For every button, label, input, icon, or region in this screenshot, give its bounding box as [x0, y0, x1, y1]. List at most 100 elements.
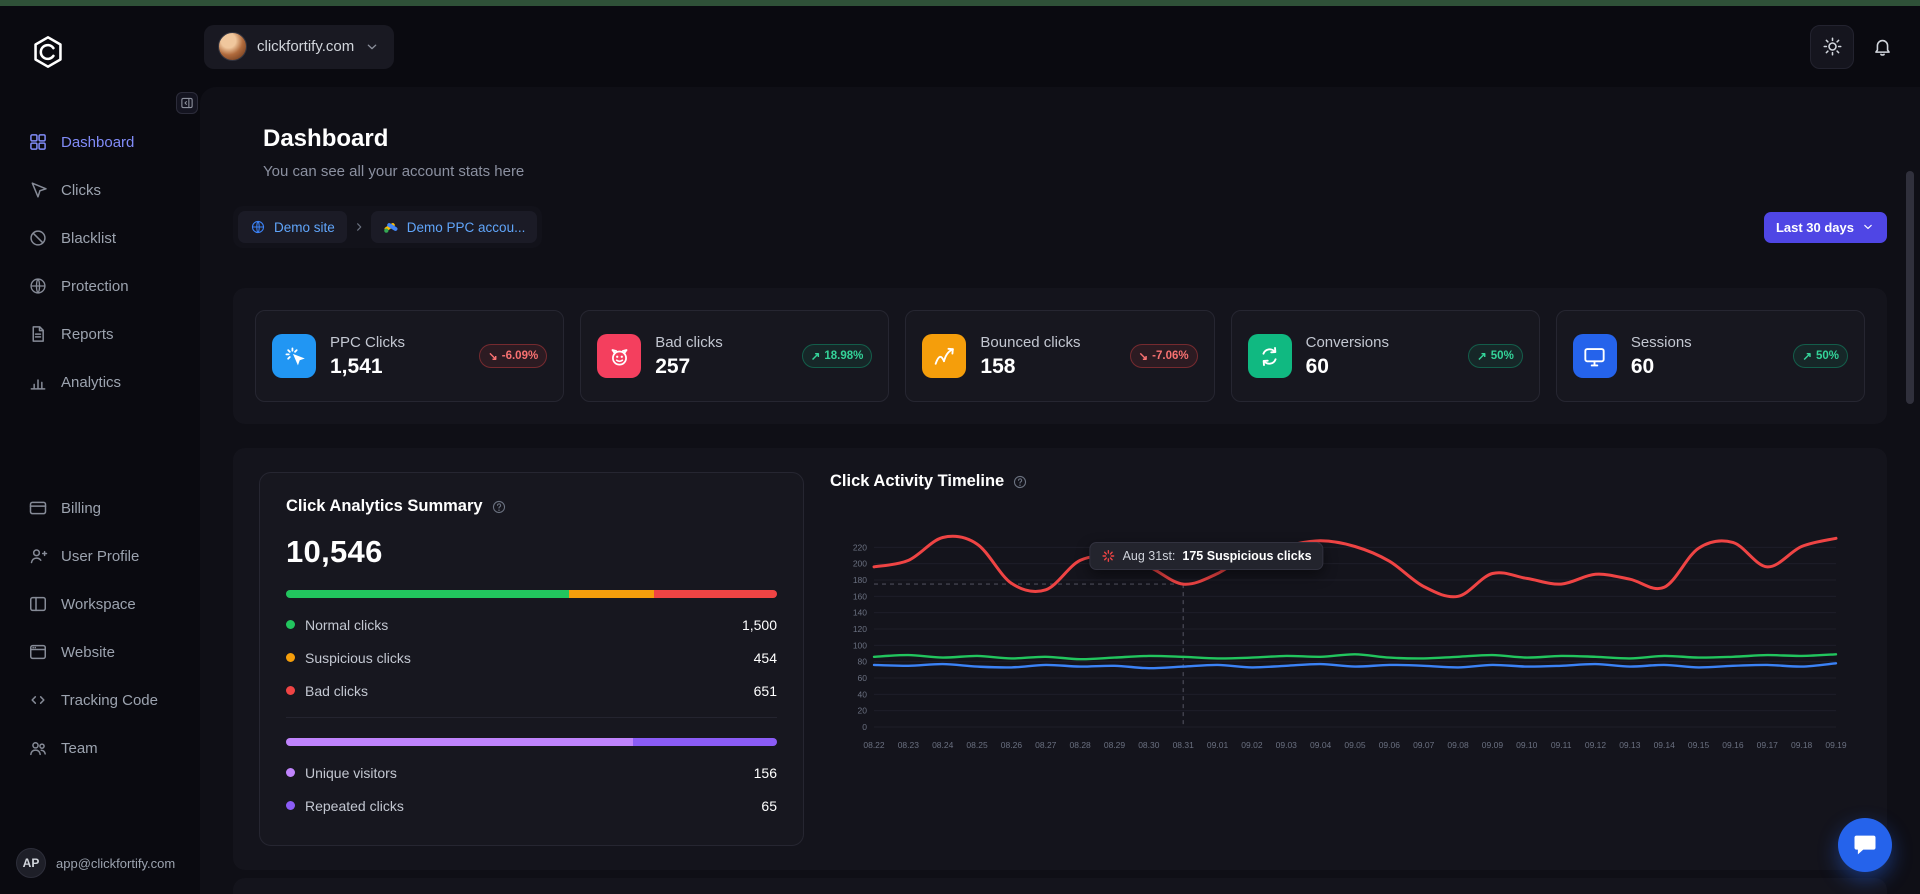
browser-icon [28, 642, 48, 662]
next-section-partial [233, 878, 1887, 894]
scrollbar[interactable] [1906, 6, 1918, 894]
charts-section: Click Analytics Summary 10,546 Normal cl… [233, 448, 1887, 870]
chevron-down-icon [1861, 220, 1875, 234]
legend-dot [286, 686, 295, 695]
site-chip[interactable]: Demo site [238, 211, 347, 243]
stat-card-sessions: Sessions 60 50% [1555, 310, 1866, 402]
stat-label: Sessions [1630, 333, 1692, 351]
notifications-button[interactable] [1870, 35, 1894, 59]
chat-fab-button[interactable] [1838, 818, 1892, 872]
dashboard-icon [28, 132, 48, 152]
sidebar-collapse-button[interactable] [176, 92, 198, 114]
svg-text:08.24: 08.24 [932, 740, 954, 750]
info-icon[interactable] [491, 499, 507, 515]
stat-value: 257 [655, 354, 691, 378]
svg-text:08.30: 08.30 [1138, 740, 1160, 750]
app-logo[interactable] [30, 34, 66, 70]
svg-text:09.07: 09.07 [1413, 740, 1435, 750]
chevron-right-icon [352, 220, 366, 234]
delta-badge: -6.09% [479, 344, 548, 368]
timeline-title: Click Activity Timeline [830, 472, 1005, 490]
account-switcher[interactable]: clickfortify.com [204, 24, 395, 69]
globe-icon [28, 276, 48, 296]
date-range-label: Last 30 days [1775, 219, 1854, 235]
ppc-account-chip-label: Demo PPC accou... [406, 219, 526, 235]
sidebar-item-label: Team [61, 739, 98, 757]
team-icon [28, 738, 48, 758]
visitors-breakdown-bar [286, 738, 777, 746]
svg-text:09.09: 09.09 [1482, 740, 1504, 750]
chevron-down-icon [364, 39, 380, 55]
sidebar: Dashboard Clicks Blacklist Protection Re… [0, 6, 200, 894]
svg-text:08.23: 08.23 [898, 740, 920, 750]
sidebar-item-label: Workspace [61, 595, 136, 613]
date-range-button[interactable]: Last 30 days [1763, 211, 1887, 243]
sidebar-item-clicks[interactable]: Clicks [0, 166, 200, 214]
ppc-account-chip[interactable]: Demo PPC accou... [370, 211, 538, 243]
svg-text:200: 200 [853, 559, 867, 569]
svg-text:09.02: 09.02 [1241, 740, 1263, 750]
info-icon[interactable] [1012, 474, 1028, 490]
clicks-breakdown-bar [286, 590, 777, 598]
sidebar-item-tracking-code[interactable]: Tracking Code [0, 676, 200, 724]
trend-arrow-icon [1802, 349, 1812, 363]
legend-dot [286, 768, 295, 777]
chart-tooltip: Aug 31st: 175 Suspicious clicks [1089, 542, 1324, 571]
legend-row-suspicious-clicks: Suspicious clicks 454 [286, 641, 777, 674]
stat-card-conversions: Conversions 60 50% [1230, 310, 1540, 402]
svg-text:09.03: 09.03 [1276, 740, 1298, 750]
legend-row-repeated-clicks: Repeated clicks 65 [286, 789, 777, 822]
timeline-chart[interactable]: 0 20 40 60 80 100 120 140 160 180 200 220 08.22 08.23… [830, 517, 1861, 757]
devil-icon [607, 344, 632, 369]
legend-dot [286, 653, 295, 662]
sidebar-item-label: User Profile [61, 547, 140, 565]
top-accent-strip [0, 0, 1920, 6]
sidebar-item-dashboard[interactable]: Dashboard [0, 118, 200, 166]
sidebar-item-label: Protection [61, 277, 129, 295]
sidebar-item-team[interactable]: Team [0, 724, 200, 772]
sidebar-item-website[interactable]: Website [0, 628, 200, 676]
spinner-icon [1102, 549, 1116, 563]
sidebar-item-label: Analytics [61, 373, 122, 391]
sidebar-item-billing[interactable]: Billing [0, 484, 200, 532]
sidebar-item-label: Website [61, 643, 115, 661]
sidebar-item-user-profile[interactable]: User Profile [0, 532, 200, 580]
scrollbar-thumb[interactable] [1906, 171, 1914, 404]
chat-icon [1851, 831, 1879, 859]
breadcrumb: Demo site Demo PPC accou... [233, 206, 543, 248]
legend-row-normal-clicks: Normal clicks 1,500 [286, 608, 777, 641]
delta-badge: 50% [1793, 344, 1849, 368]
trend-arrow-icon [811, 349, 821, 363]
stat-label: Bad clicks [655, 333, 723, 351]
sidebar-item-protection[interactable]: Protection [0, 262, 200, 310]
svg-text:160: 160 [853, 591, 867, 601]
svg-text:80: 80 [858, 657, 868, 667]
sidebar-item-analytics[interactable]: Analytics [0, 358, 200, 406]
sidebar-item-workspace[interactable]: Workspace [0, 580, 200, 628]
account-avatar [218, 32, 247, 61]
stat-card-ppc-clicks: PPC Clicks 1,541 -6.09% [255, 310, 565, 402]
tooltip-label: Aug 31st: [1122, 549, 1176, 564]
document-icon [28, 324, 48, 344]
svg-text:08.29: 08.29 [1104, 740, 1126, 750]
svg-text:09.14: 09.14 [1654, 740, 1676, 750]
theme-toggle-button[interactable] [1810, 24, 1854, 69]
google-ads-icon [383, 219, 399, 235]
clicks-legend: Normal clicks 1,500 Suspicious clicks 45… [286, 608, 777, 707]
svg-text:120: 120 [853, 624, 867, 634]
sidebar-account[interactable]: AP app@clickfortify.com [16, 848, 175, 878]
svg-text:09.12: 09.12 [1585, 740, 1607, 750]
click-icon [282, 344, 307, 369]
stat-label: Conversions [1305, 333, 1389, 351]
main-content: Dashboard You can see all your account s… [200, 87, 1920, 894]
svg-text:0: 0 [862, 722, 867, 732]
delta-badge: 18.98% [801, 344, 873, 368]
sidebar-item-label: Billing [61, 499, 102, 517]
sidebar-item-label: Reports [61, 325, 114, 343]
stat-label: Bounced clicks [980, 333, 1081, 351]
sidebar-item-blacklist[interactable]: Blacklist [0, 214, 200, 262]
sidebar-item-reports[interactable]: Reports [0, 310, 200, 358]
svg-text:220: 220 [853, 542, 867, 552]
click-analytics-summary-card: Click Analytics Summary 10,546 Normal cl… [259, 472, 804, 846]
code-icon [28, 690, 48, 710]
